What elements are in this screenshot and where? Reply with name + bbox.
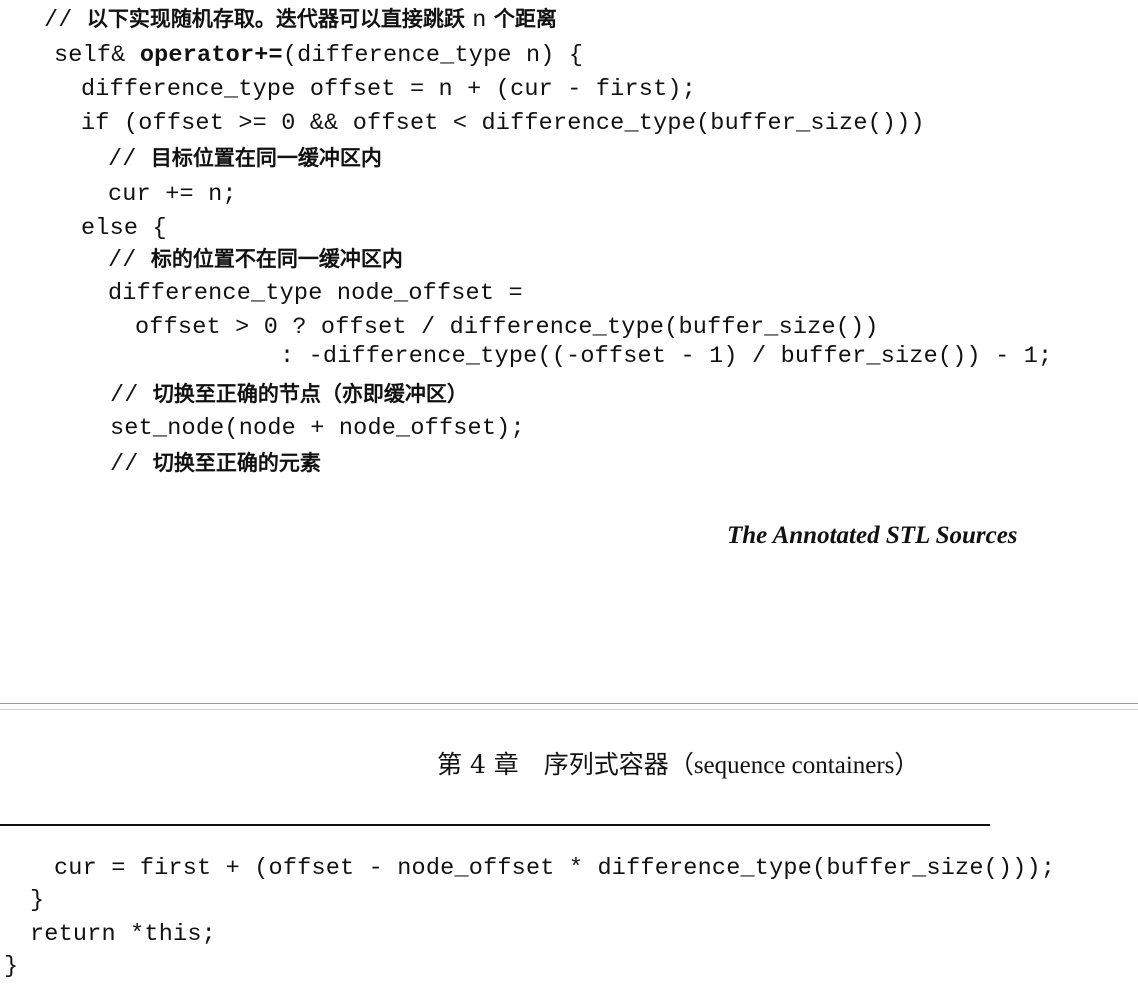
code-line-18: } bbox=[4, 952, 18, 982]
code-text: self& bbox=[54, 42, 140, 69]
code-line-12: // 切换至正确的节点（亦即缓冲区） bbox=[110, 379, 468, 411]
comment-mark: // bbox=[44, 7, 87, 34]
code-text: offset > 0 ? offset / difference_type(bu… bbox=[135, 314, 879, 341]
comment-mark: // bbox=[108, 247, 151, 274]
code-text: difference_type node_offset = bbox=[108, 280, 523, 307]
code-text: cur = first + (offset - node_offset * di… bbox=[54, 855, 1056, 882]
code-comment: 目标位置在同一缓冲区内 bbox=[150, 146, 382, 170]
code-text: if (offset >= 0 && offset < difference_t… bbox=[81, 110, 925, 137]
code-text: } bbox=[30, 887, 45, 914]
code-text: else { bbox=[81, 215, 167, 242]
chapter-header: 第 4 章 序列式容器（sequence containers） bbox=[437, 748, 919, 783]
code-line-3: difference_type offset = n + (cur - firs… bbox=[81, 75, 696, 105]
code-text: return *this; bbox=[30, 921, 216, 948]
code-comment: 标的位置不在同一缓冲区内 bbox=[150, 247, 403, 271]
code-text: cur += n; bbox=[108, 181, 237, 208]
code-keyword: operator+= bbox=[139, 42, 283, 69]
book-footer-title: The Annotated STL Sources bbox=[727, 522, 1018, 549]
code-line-10: offset > 0 ? offset / difference_type(bu… bbox=[135, 313, 879, 343]
code-line-11: : -difference_type((-offset - 1) / buffe… bbox=[280, 342, 1052, 372]
code-text-after: (difference_type n) { bbox=[282, 42, 584, 69]
code-line-4: if (offset >= 0 && offset < difference_t… bbox=[81, 109, 925, 139]
code-comment-mono: n bbox=[472, 7, 487, 34]
code-text: : -difference_type((-offset - 1) / buffe… bbox=[280, 343, 1053, 370]
code-line-7: else { bbox=[81, 214, 167, 244]
code-line-9: difference_type node_offset = bbox=[108, 279, 523, 309]
header-rule bbox=[0, 824, 990, 826]
chapter-label: 第 4 章 序列式容器 bbox=[437, 750, 669, 779]
comment-mark: // bbox=[108, 146, 151, 173]
code-text: set_node(node + node_offset); bbox=[110, 415, 525, 442]
page-separator-shadow bbox=[0, 709, 1138, 710]
code-line-14: // 切换至正确的元素 bbox=[110, 448, 321, 480]
code-line-1: // 以下实现随机存取。迭代器可以直接跳跃 n 个距离 bbox=[44, 4, 557, 36]
page-separator bbox=[0, 703, 1138, 704]
code-line-6: cur += n; bbox=[108, 180, 237, 210]
code-line-16: } bbox=[30, 886, 44, 916]
chapter-subtitle: （sequence containers） bbox=[668, 752, 920, 779]
code-line-15: cur = first + (offset - node_offset * di… bbox=[54, 854, 1055, 884]
code-line-13: set_node(node + node_offset); bbox=[110, 414, 525, 444]
comment-mark: // bbox=[110, 382, 153, 409]
code-line-5: // 目标位置在同一缓冲区内 bbox=[108, 143, 382, 175]
code-comment: 切换至正确的元素 bbox=[152, 451, 321, 475]
code-comment: 以下实现随机存取。迭代器可以直接跳跃 bbox=[86, 7, 473, 31]
code-text: difference_type offset = n + (cur - firs… bbox=[81, 76, 696, 103]
code-text: } bbox=[4, 953, 19, 980]
code-line-17: return *this; bbox=[30, 920, 216, 950]
code-line-8: // 标的位置不在同一缓冲区内 bbox=[108, 244, 403, 276]
code-line-2: self& operator+=(difference_type n) { bbox=[54, 41, 583, 71]
code-comment-end: 个距离 bbox=[486, 7, 557, 31]
code-comment: 切换至正确的节点（亦即缓冲区） bbox=[152, 382, 468, 406]
comment-mark: // bbox=[110, 451, 153, 478]
